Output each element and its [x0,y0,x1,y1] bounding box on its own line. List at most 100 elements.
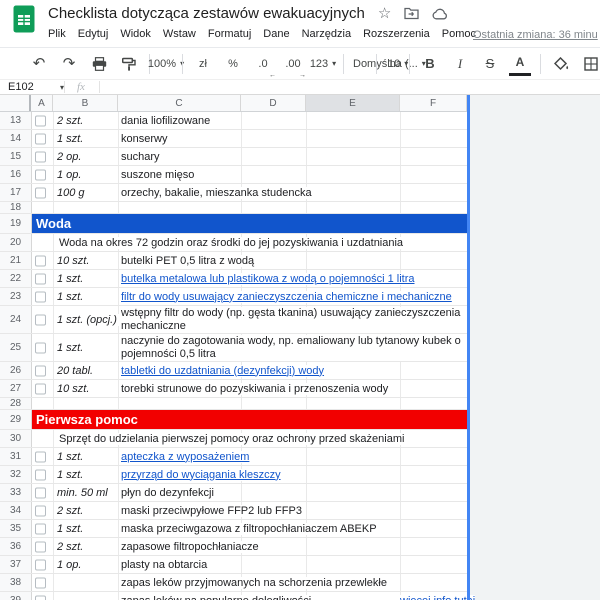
item-qty[interactable]: 2 szt. [57,114,86,127]
row-number-30[interactable]: 30 [0,430,31,447]
column-header-e[interactable]: E [306,95,400,111]
row-number-32[interactable]: 32 [0,466,31,483]
format-percent-button[interactable]: % [222,52,244,76]
item-qty[interactable]: 1 szt. (opcj.) [57,313,119,326]
checkbox[interactable] [35,314,46,325]
item-text[interactable]: maska przeciwgazowa z filtropochłaniacze… [119,522,379,535]
item-text[interactable]: konserwy [119,132,170,145]
column-header-b[interactable]: B [53,95,118,111]
item-qty[interactable]: 2 szt. [57,540,86,553]
row-number-25[interactable]: 25 [0,334,31,361]
checkbox[interactable] [35,169,46,180]
document-status-cloud-icon[interactable] [432,8,449,20]
checkbox[interactable] [35,365,46,376]
format-currency-button[interactable]: zł [192,52,214,76]
item-qty[interactable]: 100 g [57,186,87,199]
zoom-select[interactable]: 100%▾ [148,52,184,76]
row-number-29[interactable]: 29 [0,410,31,429]
undo-icon[interactable]: ↶ [28,52,50,76]
menu-plik[interactable]: Plik [42,26,72,42]
menu-edytuj[interactable]: Edytuj [72,26,115,42]
item-text[interactable]: płyn do dezynfekcji [119,486,216,499]
item-text[interactable]: torebki strunowe do pozyskiwania i przen… [119,382,391,395]
menu-wstaw[interactable]: Wstaw [157,26,202,42]
item-text[interactable]: suszone mięso [119,168,197,181]
checkbox[interactable] [35,383,46,394]
item-qty[interactable]: 1 op. [57,558,84,571]
checkbox[interactable] [35,487,46,498]
row-number-26[interactable]: 26 [0,362,31,379]
row-number-19[interactable]: 19 [0,214,31,233]
more-info-link[interactable]: więcej info tutaj [400,595,476,600]
row-number-16[interactable]: 16 [0,166,31,183]
menu-formatuj[interactable]: Formatuj [202,26,257,42]
item-link[interactable]: przyrząd do wyciągania kleszczy [119,468,283,481]
item-link[interactable]: tabletki do uzdatniania (dezynfekcji) wo… [119,364,327,377]
font-family-select[interactable]: Domyślna (... ▾ [349,52,426,76]
row-number-18[interactable]: 18 [0,202,31,213]
checkbox[interactable] [35,342,46,353]
row-number-31[interactable]: 31 [0,448,31,465]
checkbox[interactable] [35,151,46,162]
menu-dane[interactable]: Dane [257,26,295,42]
column-header-d[interactable]: D [241,95,306,111]
move-to-folder-icon[interactable] [404,7,419,20]
item-qty[interactable]: 1 szt. [57,450,86,463]
checkbox[interactable] [35,523,46,534]
document-title[interactable]: Checklista dotycząca zestawów ewakuacyjn… [48,5,365,22]
item-qty[interactable]: 1 szt. [57,341,86,354]
row-number-17[interactable]: 17 [0,184,31,201]
row-number-39[interactable]: 39 [0,592,31,600]
section-band[interactable]: Pierwsza pomoc [32,410,467,429]
checkbox[interactable] [35,451,46,462]
item-text[interactable]: naczynie do zagotowania wody, np. emalio… [119,335,467,361]
paint-format-icon[interactable] [118,52,140,76]
column-header-a[interactable]: A [31,95,53,111]
section-band[interactable]: Woda [32,214,467,233]
print-icon[interactable] [88,52,110,76]
more-formats-button[interactable]: 123 ▾ [310,52,336,76]
row-number-37[interactable]: 37 [0,556,31,573]
item-qty[interactable]: 1 szt. [57,272,86,285]
row-number-13[interactable]: 13 [0,112,31,129]
checkbox[interactable] [35,559,46,570]
checkbox[interactable] [35,541,46,552]
row-number-35[interactable]: 35 [0,520,31,537]
row-number-27[interactable]: 27 [0,380,31,397]
item-text[interactable]: zapasowe filtropochłaniacze [119,540,261,553]
row-number-23[interactable]: 23 [0,288,31,305]
checkbox[interactable] [35,115,46,126]
checkbox[interactable] [35,187,46,198]
redo-icon[interactable]: ↷ [58,52,80,76]
decrease-decimal-button[interactable]: .0 ← [252,52,276,79]
row-number-15[interactable]: 15 [0,148,31,165]
item-qty[interactable]: min. 50 ml [57,486,110,499]
item-qty[interactable]: 1 szt. [57,290,86,303]
column-header-f[interactable]: F [400,95,467,111]
item-qty[interactable]: 1 op. [57,168,84,181]
row-number-21[interactable]: 21 [0,252,31,269]
checkbox[interactable] [35,273,46,284]
row-number-28[interactable]: 28 [0,398,31,409]
row-number-20[interactable]: 20 [0,234,31,251]
row-number-33[interactable]: 33 [0,484,31,501]
text-color-button[interactable]: A [509,52,531,76]
row-number-36[interactable]: 36 [0,538,31,555]
item-link[interactable]: apteczka z wyposażeniem [119,450,252,463]
item-text[interactable]: maski przeciwpyłowe FFP2 lub FFP3 [119,504,304,517]
font-size-select[interactable]: 10 ▾ [382,52,408,76]
column-header-c[interactable]: C [118,95,241,111]
section-note[interactable]: Woda na okres 72 godzin oraz środki do j… [57,236,406,249]
item-qty[interactable]: 2 szt. [57,504,86,517]
item-text[interactable]: plasty na obtarcia [119,558,210,571]
sheets-logo-icon[interactable] [13,5,35,38]
item-text[interactable]: orzechy, bakalie, mieszanka studencka [119,186,314,199]
checkbox[interactable] [35,595,46,600]
item-qty[interactable]: 1 szt. [57,468,86,481]
row-number-14[interactable]: 14 [0,130,31,147]
select-all-corner[interactable] [0,95,31,111]
item-qty[interactable]: 10 szt. [57,382,92,395]
bold-button[interactable]: B [419,52,441,76]
row-number-34[interactable]: 34 [0,502,31,519]
checkbox[interactable] [35,255,46,266]
